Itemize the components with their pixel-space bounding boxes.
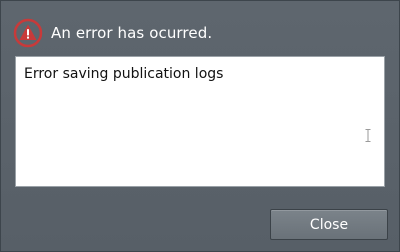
close-button-label: Close [309,216,349,233]
error-message-box[interactable]: Error saving publication logs [15,56,385,187]
close-button[interactable]: Close [270,209,388,240]
dialog-title: An error has ocurred. [51,24,213,42]
error-dialog: An error has ocurred. Error saving publi… [0,0,400,252]
error-message-text: Error saving publication logs [24,66,224,82]
warning-icon [13,18,43,48]
dialog-header: An error has ocurred. [13,15,212,51]
